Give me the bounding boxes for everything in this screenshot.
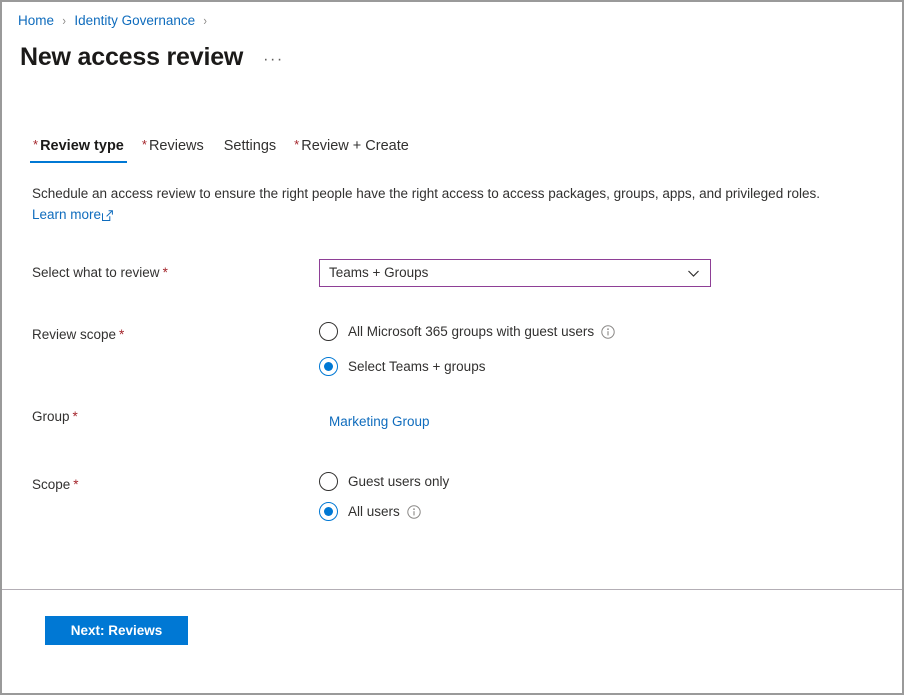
breadcrumb-separator-icon: › bbox=[62, 12, 66, 30]
radio-button[interactable] bbox=[319, 322, 338, 341]
external-link-icon bbox=[102, 207, 113, 218]
required-indicator: * bbox=[119, 327, 124, 342]
tab-required-indicator: * bbox=[142, 137, 147, 152]
tab-label: Reviews bbox=[149, 138, 204, 154]
review-scope-label: Review scope* bbox=[32, 325, 124, 345]
breadcrumb-separator-icon: › bbox=[204, 12, 208, 30]
tab-required-indicator: * bbox=[33, 137, 38, 152]
required-indicator: * bbox=[163, 265, 168, 280]
radio-button[interactable] bbox=[319, 472, 338, 491]
dropdown-selected-value: Teams + Groups bbox=[329, 264, 687, 282]
breadcrumb: Home › Identity Governance › bbox=[18, 12, 216, 30]
next-reviews-button[interactable]: Next: Reviews bbox=[45, 616, 188, 645]
tab-settings[interactable]: Settings bbox=[213, 138, 285, 163]
learn-more-label: Learn more bbox=[32, 205, 101, 224]
tab-required-indicator: * bbox=[294, 137, 299, 152]
review-scope-option-select-teams-groups[interactable]: Select Teams + groups bbox=[319, 357, 485, 376]
scope-option-guest-users-only[interactable]: Guest users only bbox=[319, 472, 449, 491]
radio-label: All users bbox=[348, 502, 400, 521]
blade-description: Schedule an access review to ensure the … bbox=[32, 184, 892, 204]
select-what-to-review-label: Select what to review* bbox=[32, 263, 168, 283]
page-title: New access review bbox=[20, 40, 243, 74]
chevron-down-icon bbox=[687, 267, 700, 280]
label-text: Scope bbox=[32, 477, 70, 492]
radio-button[interactable] bbox=[319, 502, 338, 521]
review-scope-option-all-m365-groups[interactable]: All Microsoft 365 groups with guest user… bbox=[319, 322, 615, 341]
footer-divider bbox=[2, 589, 902, 590]
scope-option-all-users[interactable]: All users bbox=[319, 502, 421, 521]
new-access-review-blade: Home › Identity Governance › New access … bbox=[0, 0, 904, 695]
tab-label: Settings bbox=[224, 138, 276, 154]
info-icon[interactable] bbox=[601, 325, 615, 339]
breadcrumb-item-identity-governance[interactable]: Identity Governance bbox=[74, 12, 195, 30]
label-text: Group bbox=[32, 409, 70, 424]
radio-label: Guest users only bbox=[348, 472, 449, 491]
info-icon[interactable] bbox=[407, 505, 421, 519]
tab-label: Review type bbox=[40, 138, 124, 154]
group-value-link[interactable]: Marketing Group bbox=[329, 412, 430, 431]
required-indicator: * bbox=[73, 477, 78, 492]
select-what-to-review-dropdown[interactable]: Teams + Groups bbox=[319, 259, 711, 287]
tab-active-underline bbox=[30, 161, 127, 163]
group-label: Group* bbox=[32, 407, 78, 427]
radio-button[interactable] bbox=[319, 357, 338, 376]
page-title-row: New access review ··· bbox=[20, 40, 284, 74]
tab-review-create[interactable]: * Review + Create bbox=[285, 138, 418, 163]
learn-more-link[interactable]: Learn more bbox=[32, 205, 113, 224]
more-actions-icon[interactable]: ··· bbox=[263, 52, 283, 68]
tab-reviews[interactable]: * Reviews bbox=[133, 138, 213, 163]
label-text: Select what to review bbox=[32, 265, 160, 280]
required-indicator: * bbox=[73, 409, 78, 424]
radio-label: All Microsoft 365 groups with guest user… bbox=[348, 322, 594, 341]
tab-label: Review + Create bbox=[301, 138, 409, 154]
breadcrumb-item-home[interactable]: Home bbox=[18, 12, 54, 30]
wizard-tabs: * Review type * Reviews Settings * Revie… bbox=[24, 138, 418, 163]
tab-review-type[interactable]: * Review type bbox=[24, 138, 133, 163]
label-text: Review scope bbox=[32, 327, 116, 342]
scope-label: Scope* bbox=[32, 475, 79, 495]
radio-label: Select Teams + groups bbox=[348, 357, 485, 376]
